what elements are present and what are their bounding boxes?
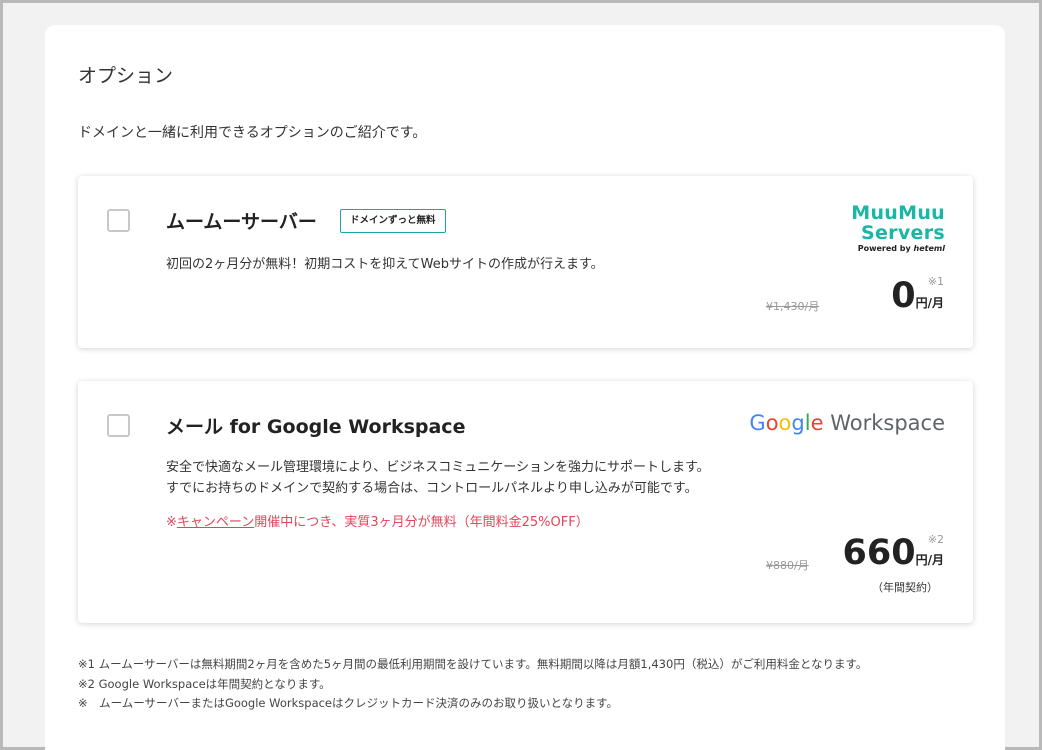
footnotes: ※1 ムームーサーバーは無料期間2ヶ月を含めた5ヶ月間の最低利用期間を設けていま… (78, 655, 867, 714)
logo-subtext: Powered by heteml (775, 244, 945, 253)
section-description: ドメインと一緒に利用できるオプションのご紹介です。 (78, 125, 427, 141)
campaign-link[interactable]: キャンペーン (177, 515, 254, 530)
price-unit: 円/月 (915, 296, 944, 310)
price-value: 660 (842, 533, 916, 573)
logo-letter: G (749, 411, 766, 435)
option-description: 初回の2ヶ月分が無料！初期コストを抑えてWebサイトの作成が行えます。 (166, 257, 604, 272)
footnote: ※2 Google Workspaceは年間契約となります。 (78, 676, 331, 691)
price-value: 0 (891, 276, 916, 316)
price: 0円/月 (891, 276, 944, 316)
campaign-prefix: ※ (166, 515, 177, 530)
description-line: 安全で快適なメール管理環境により、ビジネスコミュニケーションを強力にサポートしま… (166, 460, 710, 475)
logo-letter: o (778, 411, 792, 435)
muumuu-server-checkbox[interactable] (107, 209, 130, 232)
option-title: メール for Google Workspace (166, 416, 466, 438)
logo-sub-prefix: Powered by (857, 244, 914, 253)
google-workspace-logo: Google Workspace (749, 411, 945, 435)
section-title: オプション (78, 65, 174, 87)
logo-workspace: Workspace (830, 411, 945, 435)
google-workspace-checkbox[interactable] (107, 414, 130, 437)
price-unit: 円/月 (915, 553, 944, 567)
campaign-text: 開催中につき、実質3ヶ月分が無料（年間料金25%OFF） (254, 515, 589, 530)
description-line: すでにお持ちのドメインで契約する場合は、コントロールパネルより申し込みが可能です… (166, 481, 698, 496)
campaign-notice: ※キャンペーン開催中につき、実質3ヶ月分が無料（年間料金25%OFF） (166, 511, 589, 530)
price: 660円/月 (843, 533, 944, 573)
option-card-google-workspace[interactable]: メール for Google Workspace 安全で快適なメール管理環境によ… (78, 381, 973, 623)
domain-free-badge: ドメインずっと無料 (340, 209, 446, 233)
logo-letter: o (765, 411, 779, 435)
muumuu-servers-logo: MuuMuu Servers Powered by heteml (775, 203, 945, 253)
heteml-logo: heteml (913, 244, 945, 253)
logo-letter: g (791, 411, 805, 435)
option-title: ムームーサーバー (166, 211, 317, 233)
logo-text: MuuMuu Servers (851, 202, 945, 244)
footnote: ※ ムームーサーバーまたはGoogle Workspaceはクレジットカード決済… (78, 696, 619, 710)
option-description: 安全で快適なメール管理環境により、ビジネスコミュニケーションを強力にサポートしま… (166, 457, 710, 499)
contract-term: （年間契約） (872, 581, 938, 594)
original-price: ¥1,430/月 (766, 300, 820, 313)
logo-letter: e (810, 411, 824, 435)
original-price: ¥880/月 (766, 559, 809, 572)
footnote: ※1 ムームーサーバーは無料期間2ヶ月を含めた5ヶ月間の最低利用期間を設けていま… (78, 657, 868, 671)
option-card-muumuu-server[interactable]: ムームーサーバー ドメインずっと無料 初回の2ヶ月分が無料！初期コストを抑えてW… (78, 176, 973, 348)
options-panel: オプション ドメインと一緒に利用できるオプションのご紹介です。 ムームーサーバー… (45, 25, 1005, 750)
